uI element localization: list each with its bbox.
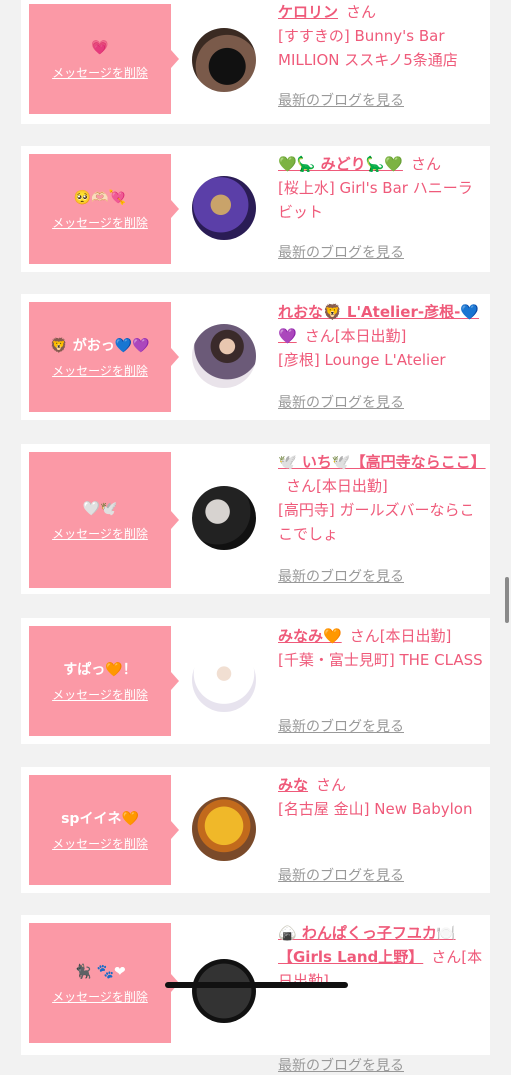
latest-blog-link[interactable]: 最新のブログを見る (278, 90, 404, 110)
message-text: すぱっ🧡！ (63, 662, 137, 678)
sender-info: 💚🦕 みどり🦕💚 さん [桜上水] Girl's Bar ハニーラビット (278, 152, 484, 224)
delete-message-link[interactable]: メッセージを削除 (52, 836, 148, 852)
sender-info: れおな🦁 L'Atelier-彦根-💙💜 さん[本日出勤] [彦根] Lounge … (278, 300, 484, 372)
sender-info: 🕊️ いち🕊️【高円寺ならここ】さん[本日出勤] [高円寺] ガールズバーならここ… (278, 450, 486, 546)
sender-info: みなみ🧡 さん[本日出勤] [千葉・富士見町] THE CLASS (278, 624, 484, 672)
message-card: 🥺🫶🏻💘 メッセージを削除 💚🦕 みどり🦕💚 さん [桜上水] Girl's Bar ハ… (21, 146, 490, 272)
message-bubble: すぱっ🧡！ メッセージを削除 (29, 626, 179, 736)
avatar[interactable] (192, 28, 256, 92)
avatar[interactable] (192, 797, 256, 861)
sender-info: ケロリン さん [すすきの] Bunny's Bar MILLION ススキノ5条通… (278, 0, 484, 72)
message-bubble: 🦁 がおっ💙💜 メッセージを削除 (29, 302, 179, 412)
sender-info: みな さん [名古屋 金山] New Babylon (278, 773, 484, 821)
honorific: さん (346, 3, 377, 21)
home-indicator (165, 982, 348, 988)
avatar[interactable] (192, 486, 256, 550)
message-card: 💗 メッセージを削除 ケロリン さん [すすきの] Bunny's Bar MILLIO… (21, 0, 490, 124)
delete-message-link[interactable]: メッセージを削除 (52, 215, 148, 231)
shop-name: [高円寺] ガールズバーならここでしょ (278, 501, 475, 543)
message-text: 🐈‍⬛ 🐾❤ (74, 964, 126, 980)
scrollbar[interactable] (505, 577, 509, 623)
shop-name: [すすきの] Bunny's Bar MILLION ススキノ5条通店 (278, 27, 458, 69)
sender-name-link[interactable]: 💚🦕 みどり🦕💚 (278, 155, 403, 173)
message-text: 🦁 がおっ💙💜 (50, 338, 150, 354)
latest-blog-link[interactable]: 最新のブログを見る (278, 242, 404, 262)
honorific: さん (431, 948, 462, 966)
status-badge: [本日出勤] (334, 327, 407, 345)
message-text: 💗 (91, 40, 109, 56)
latest-blog-link[interactable]: 最新のブログを見る (278, 566, 404, 586)
shop-name: [名古屋 金山] New Babylon (278, 800, 473, 818)
sender-name-link[interactable]: 🍙 わんぱくっ子フユカ🍽️【Girls Land上野】 (278, 924, 456, 966)
shop-name: [千葉・富士見町] THE CLASS (278, 651, 483, 669)
message-bubble: 💗 メッセージを削除 (29, 4, 179, 114)
honorific: さん (304, 327, 335, 345)
message-card: すぱっ🧡！ メッセージを削除 みなみ🧡 さん[本日出勤] [千葉・富士見町] THE C… (21, 618, 490, 744)
delete-message-link[interactable]: メッセージを削除 (52, 989, 148, 1005)
sender-name-link[interactable]: みな (278, 776, 308, 794)
honorific: さん (286, 477, 317, 495)
message-text: spイイネ🧡 (61, 811, 139, 827)
sender-name-link[interactable]: みなみ🧡 (278, 627, 342, 645)
avatar[interactable] (192, 648, 256, 712)
honorific: さん (410, 155, 441, 173)
message-bubble: spイイネ🧡 メッセージを削除 (29, 775, 179, 885)
status-badge: [本日出勤] (379, 627, 452, 645)
message-card: 🦁 がおっ💙💜 メッセージを削除 れおな🦁 L'Atelier-彦根-💙💜 さん[本日… (21, 294, 490, 420)
sender-name-link[interactable]: ケロリン (278, 3, 338, 21)
latest-blog-link[interactable]: 最新のブログを見る (278, 392, 404, 412)
message-text: 🥺🫶🏻💘 (73, 190, 127, 206)
delete-message-link[interactable]: メッセージを削除 (52, 65, 148, 81)
message-bubble: 🐈‍⬛ 🐾❤ メッセージを削除 (29, 923, 179, 1043)
honorific: さん (349, 627, 380, 645)
message-bubble: 🤍🕊️ メッセージを削除 (29, 452, 179, 588)
delete-message-link[interactable]: メッセージを削除 (52, 687, 148, 703)
honorific: さん (316, 776, 347, 794)
avatar[interactable] (192, 959, 256, 1023)
avatar[interactable] (192, 324, 256, 388)
message-card: spイイネ🧡 メッセージを削除 みな さん [名古屋 金山] New Babylon 最新… (21, 767, 490, 893)
shop-name: [彦根] Lounge L'Atelier (278, 351, 446, 369)
shop-name: [桜上水] Girl's Bar ハニーラビット (278, 179, 473, 221)
avatar[interactable] (192, 176, 256, 240)
latest-blog-link[interactable]: 最新のブログを見る (278, 716, 404, 736)
delete-message-link[interactable]: メッセージを削除 (52, 526, 148, 542)
delete-message-link[interactable]: メッセージを削除 (52, 363, 148, 379)
latest-blog-link[interactable]: 最新のブログを見る (278, 1055, 404, 1075)
message-bubble: 🥺🫶🏻💘 メッセージを削除 (29, 154, 179, 264)
status-badge: [本日出勤] (316, 477, 388, 495)
latest-blog-link[interactable]: 最新のブログを見る (278, 865, 404, 885)
message-text: 🤍🕊️ (82, 501, 118, 517)
sender-name-link[interactable]: 🕊️ いち🕊️【高円寺ならここ】 (278, 453, 486, 471)
message-card: 🤍🕊️ メッセージを削除 🕊️ いち🕊️【高円寺ならここ】さん[本日出勤] [高円寺]… (21, 444, 490, 594)
